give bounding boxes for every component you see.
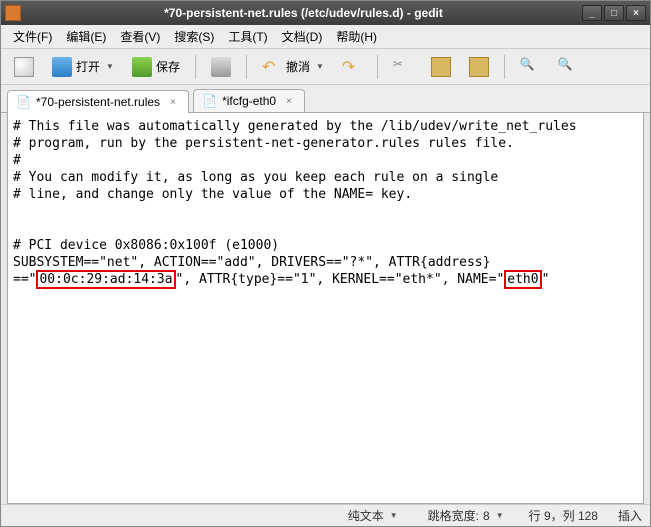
tabbar: 📄 *70-persistent-net.rules × 📄 *ifcfg-et… [1,85,650,113]
undo-button[interactable]: ↶撤消 ▼ [255,52,331,82]
undo-dropdown-icon[interactable]: ▼ [316,62,324,71]
menu-documents[interactable]: 文档(D) [276,26,329,47]
menubar: 文件(F) 编辑(E) 查看(V) 搜索(S) 工具(T) 文档(D) 帮助(H… [1,25,650,49]
syntax-mode-selector[interactable]: 纯文本▼ [343,505,403,526]
menu-view[interactable]: 查看(V) [114,26,166,47]
tab-ifcfg-eth0[interactable]: 📄 *ifcfg-eth0 × [193,89,305,112]
separator [195,55,196,79]
separator [377,55,378,79]
open-dropdown-icon[interactable]: ▼ [106,62,114,71]
menu-tools[interactable]: 工具(T) [222,26,273,47]
tab-70-persistent-net-rules[interactable]: 📄 *70-persistent-net.rules × [7,90,189,113]
menu-search[interactable]: 搜索(S) [168,26,220,47]
copy-button[interactable] [424,52,458,82]
app-icon [5,5,21,21]
open-button[interactable]: 打开 ▼ [45,52,121,82]
maximize-button[interactable]: □ [604,5,624,21]
menu-help[interactable]: 帮助(H) [330,26,383,47]
cut-icon: ✂ [393,57,413,77]
tab-width-selector[interactable]: 跳格宽度: 8▼ [423,505,509,526]
toolbar: 打开 ▼ 保存 ↶撤消 ▼ ↷ ✂ 🔍 🔍 [1,49,650,85]
tab-label: *ifcfg-eth0 [222,94,276,108]
new-file-icon [14,57,34,77]
print-button[interactable] [204,52,238,82]
redo-icon: ↷ [342,57,362,77]
file-icon: 📄 [202,94,216,108]
highlighted-mac-address: 00:0c:29:ad:14:3a [36,270,175,289]
highlighted-interface-name: eth0 [504,270,541,289]
statusbar: 纯文本▼ 跳格宽度: 8▼ 行 9，列 128 插入 [1,504,650,526]
new-button[interactable] [7,52,41,82]
replace-icon: 🔍 [558,57,578,77]
text-editor[interactable]: # This file was automatically generated … [7,113,644,504]
tab-close-button[interactable]: × [166,95,180,109]
tab-label: *70-persistent-net.rules [36,95,160,109]
menu-edit[interactable]: 编辑(E) [60,26,112,47]
undo-label: 撤消 [286,58,310,75]
separator [504,55,505,79]
minimize-button[interactable]: _ [582,5,602,21]
find-button[interactable]: 🔍 [513,52,547,82]
cut-button[interactable]: ✂ [386,52,420,82]
cursor-position: 行 9，列 128 [529,507,598,524]
application-window: *70-persistent-net.rules (/etc/udev/rule… [0,0,651,527]
insert-mode: 插入 [618,507,642,524]
titlebar[interactable]: *70-persistent-net.rules (/etc/udev/rule… [1,1,650,25]
chevron-down-icon: ▼ [496,511,504,520]
file-icon: 📄 [16,95,30,109]
save-icon [132,57,152,77]
save-label: 保存 [156,58,180,75]
save-button[interactable]: 保存 [125,52,187,82]
paste-button[interactable] [462,52,496,82]
find-icon: 🔍 [520,57,540,77]
copy-icon [431,57,451,77]
window-title: *70-persistent-net.rules (/etc/udev/rule… [27,6,580,20]
redo-button[interactable]: ↷ [335,52,369,82]
close-button[interactable]: × [626,5,646,21]
print-icon [211,57,231,77]
tab-close-button[interactable]: × [282,94,296,108]
separator [246,55,247,79]
replace-button[interactable]: 🔍 [551,52,585,82]
open-icon [52,57,72,77]
menu-file[interactable]: 文件(F) [7,26,58,47]
open-label: 打开 [76,58,100,75]
undo-icon: ↶ [262,57,282,77]
paste-icon [469,57,489,77]
chevron-down-icon: ▼ [390,511,398,520]
